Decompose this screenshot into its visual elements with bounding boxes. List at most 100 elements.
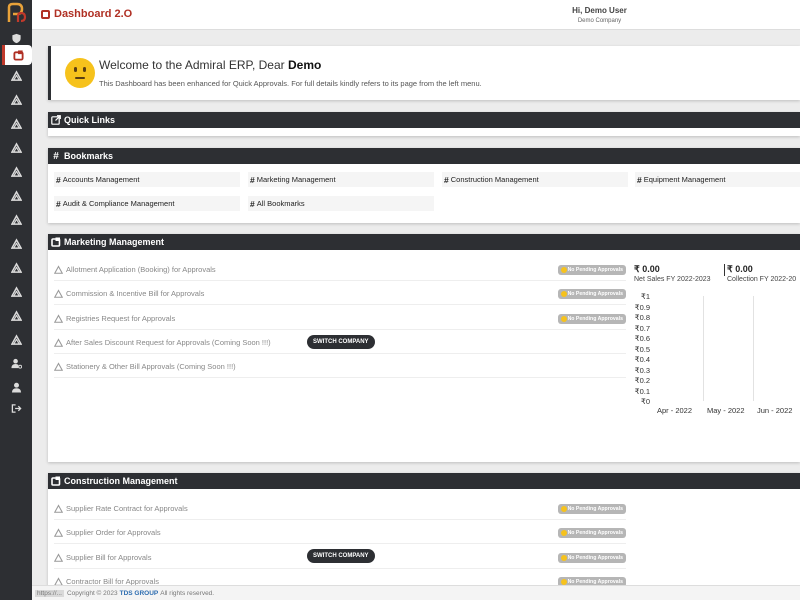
approval-row-supplier-rate[interactable]: Supplier Rate Contract for Approvals No … — [54, 498, 626, 520]
switch-company-button[interactable]: SWITCH COMPANY — [307, 335, 375, 349]
dashboard-icon — [41, 9, 50, 19]
y-tick-label: ₹1 — [641, 292, 650, 301]
module-icon — [54, 504, 63, 513]
sidebar-item-module-10[interactable] — [0, 281, 32, 301]
dashboard-icon — [51, 476, 61, 486]
y-tick-label: ₹0.9 — [634, 302, 650, 312]
kpi-net-sales-label: Net Sales FY 2022-2023 — [634, 276, 711, 283]
sidebar-item-module-8[interactable] — [0, 233, 32, 253]
admiral-logo-icon[interactable] — [6, 2, 28, 24]
hash-icon: # — [53, 150, 59, 162]
sidebar-item-module-9[interactable] — [0, 257, 32, 277]
smiley-icon — [560, 291, 567, 297]
status-badge: No Pending Approvals — [557, 265, 626, 275]
sales-chart: ₹1 ₹0.9 ₹0.8 ₹0.7 ₹0.6 ₹0.5 ₹0.4 ₹0.3 ₹0.2 ₹0.1 ₹0… — [628, 292, 800, 424]
marketing-panel: Marketing Management Allotment Applicati… — [48, 234, 800, 462]
welcome-user: Demo — [287, 58, 322, 72]
quick-links-header[interactable]: Quick Links — [48, 112, 800, 128]
quick-links-panel: Quick Links — [48, 112, 800, 136]
module-icon — [10, 261, 22, 273]
sidebar-item-module-4[interactable] — [0, 137, 32, 157]
copyright-text: Copyright © 2023 — [66, 589, 118, 597]
sidebar-item-module-7[interactable] — [0, 209, 32, 229]
approval-row-commission[interactable]: Commission & Incentive Bill for Approval… — [54, 283, 626, 305]
module-icon — [54, 289, 63, 298]
shield-icon — [11, 33, 21, 43]
smiley-icon — [560, 267, 567, 273]
user-icon — [11, 382, 21, 393]
smiley-icon — [560, 316, 567, 322]
grid-line — [703, 296, 704, 401]
smiley-icon — [560, 530, 567, 536]
bookmark-marketing[interactable]: # Marketing Management — [248, 172, 434, 187]
bookmark-audit[interactable]: # Audit & Compliance Management — [54, 196, 240, 211]
module-icon — [54, 553, 63, 562]
module-icon — [10, 93, 22, 105]
approval-row-supplier-order[interactable]: Supplier Order for Approvals No Pending … — [54, 522, 626, 544]
footer-brand-link[interactable]: TDS GROUP — [120, 590, 159, 597]
grid-line — [753, 296, 754, 401]
y-tick-label: ₹0.2 — [634, 376, 650, 385]
approval-row-stationery[interactable]: Stationery & Other Bill Approvals (Comin… — [54, 356, 626, 378]
welcome-title: Welcome to the Admiral ERP, Dear Demo — [99, 58, 322, 72]
external-link-icon — [51, 115, 61, 125]
user-cog-icon — [10, 358, 22, 369]
module-icon — [54, 362, 63, 371]
status-badge: No Pending Approvals — [557, 504, 626, 514]
kpi-net-sales-value: ₹ 0.00 — [634, 264, 660, 274]
sidebar-item-module-5[interactable] — [0, 161, 32, 181]
sidebar-item-module-2[interactable] — [0, 89, 32, 109]
y-tick-label: ₹0.7 — [634, 323, 650, 333]
y-tick-label: ₹0.5 — [634, 344, 650, 354]
approval-row-allotment[interactable]: Allotment Application (Booking) for Appr… — [54, 259, 626, 281]
module-icon — [10, 285, 22, 297]
approval-row-contractor-bill[interactable]: Contractor Bill for Approvals No Pending… — [54, 571, 626, 585]
bookmark-all[interactable]: # All Bookmarks — [248, 196, 434, 211]
y-tick-label: ₹0.6 — [634, 334, 650, 343]
sidebar-item-logout[interactable] — [0, 398, 32, 418]
dashboard-icon — [13, 49, 24, 61]
module-icon — [54, 265, 63, 274]
sidebar-item-module-11[interactable] — [0, 305, 32, 325]
module-icon — [54, 528, 63, 537]
user-menu[interactable]: Hi, Demo User Demo Company — [552, 6, 647, 24]
welcome-message: This Dashboard has been enhanced for Qui… — [99, 79, 482, 88]
status-badge: No Pending Approvals — [557, 577, 626, 585]
sidebar-item-module-12[interactable] — [0, 329, 32, 349]
smiley-icon — [560, 555, 567, 561]
marketing-header[interactable]: Marketing Management — [48, 234, 800, 250]
top-bar: Dashboard 2.O Hi, Demo User Demo Company — [32, 0, 800, 30]
bookmarks-header[interactable]: # Bookmarks — [48, 148, 800, 164]
smiley-icon — [560, 506, 567, 512]
module-icon — [10, 189, 22, 201]
bookmark-construction[interactable]: # Construction Management — [442, 172, 628, 187]
y-tick-label: ₹0.3 — [634, 365, 650, 375]
sidebar-item-module-3[interactable] — [0, 113, 32, 133]
smiley-icon — [65, 58, 95, 88]
status-badge: No Pending Approvals — [557, 314, 626, 324]
module-icon — [10, 141, 22, 153]
app-title[interactable]: Dashboard 2.O — [41, 8, 132, 20]
construction-header[interactable]: Construction Management — [48, 473, 800, 489]
bookmark-accounts[interactable]: # Accounts Management — [54, 172, 240, 187]
y-tick-label: ₹0.8 — [634, 313, 650, 322]
sidebar-item-profile[interactable] — [0, 377, 32, 397]
y-tick-label: ₹0.1 — [634, 386, 650, 396]
logout-icon — [11, 403, 22, 413]
status-url: https://... — [35, 589, 64, 597]
module-icon — [10, 165, 22, 177]
sidebar-item-module-6[interactable] — [0, 185, 32, 205]
module-icon — [10, 117, 22, 129]
module-icon — [10, 333, 22, 345]
sidebar-item-user-settings[interactable] — [0, 353, 32, 373]
switch-company-button[interactable]: SWITCH COMPANY — [307, 549, 375, 563]
status-badge: No Pending Approvals — [557, 553, 626, 563]
x-tick-label: Apr - 2022 — [657, 406, 693, 415]
bookmarks-panel: # Bookmarks # Accounts Management # Market… — [48, 148, 800, 223]
status-badge: No Pending Approvals — [557, 289, 626, 299]
approval-row-registries[interactable]: Registries Request for Approvals No Pend… — [54, 308, 626, 330]
bookmark-equipment[interactable]: # Equipment Management — [635, 172, 800, 187]
module-icon — [54, 338, 63, 347]
sidebar-item-module-1[interactable] — [0, 65, 32, 85]
sidebar-item-dashboard[interactable] — [2, 45, 32, 65]
